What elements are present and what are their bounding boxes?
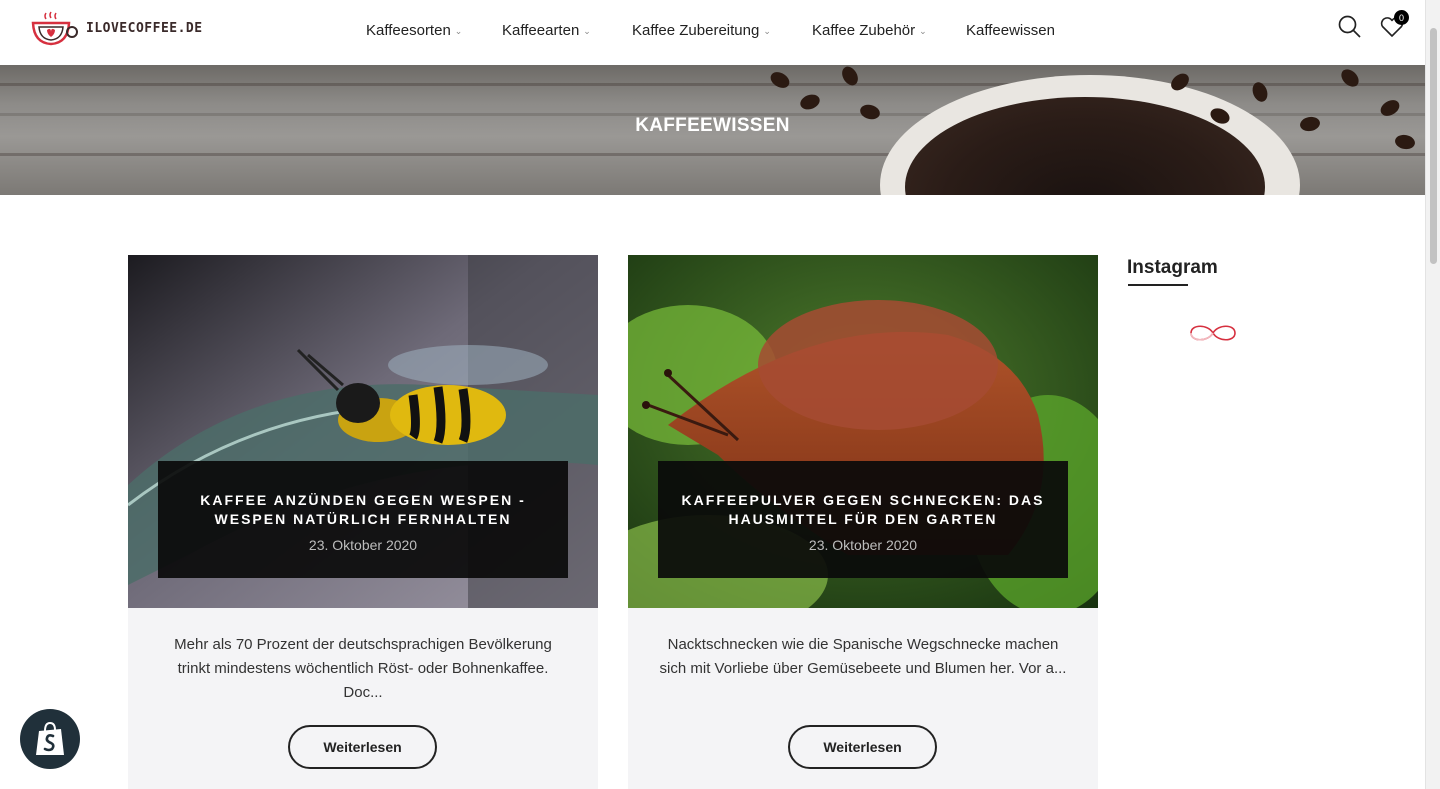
nav-label: Kaffee Zubereitung xyxy=(632,21,760,39)
search-icon xyxy=(1338,15,1361,38)
wishlist-count-badge: 0 xyxy=(1394,10,1409,25)
nav-item-kaffeearten[interactable]: Kaffeearten ⌄ xyxy=(502,20,632,40)
chevron-down-icon: ⌄ xyxy=(919,25,927,36)
blog-post-card: KAFFEE ANZÜNDEN GEGEN WESPEN - WESPEN NA… xyxy=(128,255,598,789)
wood-plank-line xyxy=(0,83,1425,86)
nav-item-kaffee-zubereitung[interactable]: Kaffee Zubereitung ⌄ xyxy=(632,20,812,40)
coffee-cup-logo-icon xyxy=(30,10,78,46)
instagram-widget-title: Instagram xyxy=(1127,257,1218,278)
post-excerpt: Nacktschnecken wie die Spanische Wegschn… xyxy=(659,636,1067,677)
post-image-slug[interactable]: KAFFEEPULVER GEGEN SCHNECKEN: DAS HAUSMI… xyxy=(628,255,1098,608)
chevron-down-icon: ⌄ xyxy=(454,25,463,36)
post-image-wasp[interactable]: KAFFEE ANZÜNDEN GEGEN WESPEN - WESPEN NA… xyxy=(128,255,598,608)
scrollbar-thumb[interactable] xyxy=(1430,28,1437,264)
post-excerpt: Mehr als 70 Prozent der deutschsprachige… xyxy=(174,636,552,701)
main-navigation: Kaffeesorten ⌄ Kaffeearten ⌄ Kaffee Zube… xyxy=(366,20,1055,40)
nav-item-kaffeesorten[interactable]: Kaffeesorten ⌄ xyxy=(366,20,502,40)
post-date: 23. Oktober 2020 xyxy=(308,537,418,553)
chevron-down-icon: ⌄ xyxy=(583,25,591,36)
site-logo[interactable]: ILOVECOFFEE.DE xyxy=(30,10,203,46)
wishlist-button[interactable]: 0 xyxy=(1379,10,1409,40)
post-date: 23. Oktober 2020 xyxy=(808,537,918,553)
page-title: KAFFEEWISSEN xyxy=(635,115,790,136)
loading-spinner-icon xyxy=(1188,320,1238,346)
page-scrollbar[interactable] xyxy=(1425,0,1440,789)
read-more-button[interactable]: Weiterlesen xyxy=(288,725,437,769)
shopify-badge[interactable] xyxy=(20,709,80,769)
page-hero-banner: KAFFEEWISSEN xyxy=(0,65,1425,195)
read-more-button[interactable]: Weiterlesen xyxy=(788,725,937,769)
post-title[interactable]: KAFFEE ANZÜNDEN GEGEN WESPEN - WESPEN NA… xyxy=(158,491,568,529)
nav-label: Kaffeewissen xyxy=(966,21,1055,39)
nav-label: Kaffee Zubehör xyxy=(812,21,916,39)
nav-item-kaffee-zubehoer[interactable]: Kaffee Zubehör ⌄ xyxy=(812,20,966,40)
shopping-bag-icon xyxy=(36,721,64,755)
nav-label: Kaffeesorten xyxy=(366,21,451,39)
post-title[interactable]: KAFFEEPULVER GEGEN SCHNECKEN: DAS HAUSMI… xyxy=(658,491,1068,529)
title-underline xyxy=(1128,284,1188,286)
coffee-bean xyxy=(767,68,793,92)
logo-text: ILOVECOFFEE.DE xyxy=(86,20,203,36)
post-title-overlay: KAFFEEPULVER GEGEN SCHNECKEN: DAS HAUSMI… xyxy=(658,461,1068,578)
chevron-down-icon: ⌄ xyxy=(763,25,771,36)
blog-post-card: KAFFEEPULVER GEGEN SCHNECKEN: DAS HAUSMI… xyxy=(628,255,1098,789)
header-actions: 0 xyxy=(1337,10,1409,40)
post-title-overlay: KAFFEE ANZÜNDEN GEGEN WESPEN - WESPEN NA… xyxy=(158,461,568,578)
coffee-bean xyxy=(1337,65,1363,91)
search-button[interactable] xyxy=(1337,14,1363,40)
nav-label: Kaffeearten xyxy=(502,21,580,39)
nav-item-kaffeewissen[interactable]: Kaffeewissen xyxy=(966,20,1055,40)
coffee-bean xyxy=(798,92,822,112)
site-header: ILOVECOFFEE.DE Kaffeesorten ⌄ Kaffeearte… xyxy=(0,0,1425,65)
